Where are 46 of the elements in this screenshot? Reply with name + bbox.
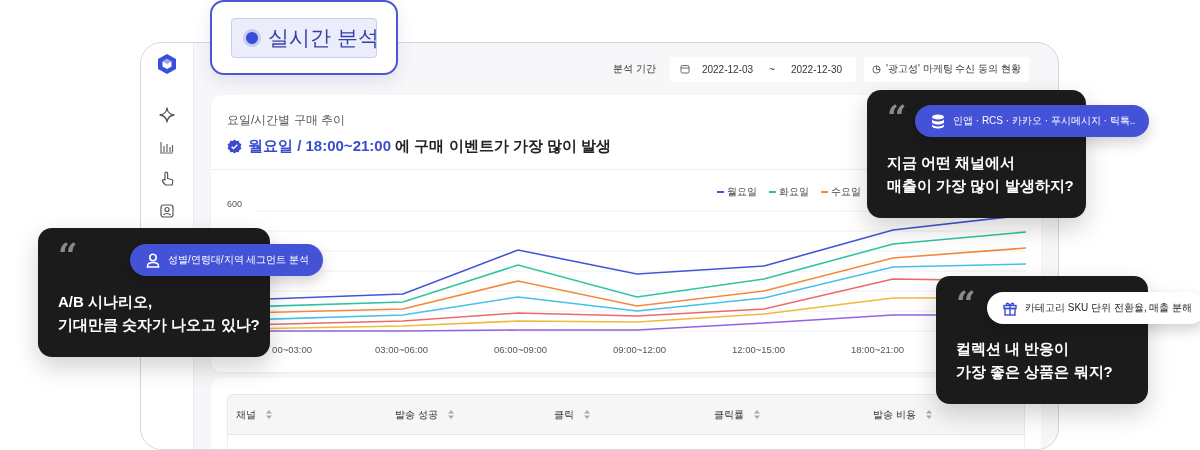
consent-status-button[interactable]: '광고성' 마케팅 수신 동의 현황 xyxy=(864,56,1029,82)
x-axis-label: 06:00~09:00 xyxy=(493,344,548,355)
question-text: 컬렉션 내 반응이 가장 좋은 상품은 뭐지? xyxy=(956,339,1113,382)
legend-label: 수요일 xyxy=(831,185,861,199)
sort-icon[interactable] xyxy=(925,410,932,419)
pie-chart-icon xyxy=(872,64,882,74)
quote-mark: “ xyxy=(887,100,907,134)
x-axis-label: 12:00~15:00 xyxy=(731,344,786,355)
legend-label: 화요일 xyxy=(779,185,809,199)
logo-icon[interactable] xyxy=(157,53,177,75)
column-header: 채널 xyxy=(236,407,256,422)
column-header: 발송 비용 xyxy=(872,407,916,422)
end-date: 2022-12-30 xyxy=(790,63,843,75)
period-label: 분석 기간 xyxy=(613,62,656,76)
sort-icon[interactable] xyxy=(266,410,272,419)
x-axis-label: 09:00~12:00 xyxy=(612,344,667,355)
sort-icon[interactable] xyxy=(753,410,760,419)
feature-pill: 카테고리 SKU 단위 전환율, 매출 분해 xyxy=(987,292,1200,324)
question-text: 지금 어떤 채널에서 매출이 가장 많이 발생하지? xyxy=(887,153,1074,196)
chart-headline: 월요일 / 18:00~21:00 에 구매 이벤트가 가장 많이 발생 xyxy=(248,137,611,156)
x-axis-label: 00~03:00 xyxy=(272,344,312,355)
live-analysis-label: 실시간 분석 xyxy=(268,24,379,51)
x-axis-label: 18:00~21:00 xyxy=(850,344,905,355)
sort-icon[interactable] xyxy=(584,410,591,419)
feature-pill: 성별/연령대/지역 세그먼트 분석 xyxy=(130,244,324,276)
database-icon xyxy=(931,113,945,129)
column-header: 클릭 xyxy=(554,407,575,422)
verified-badge-icon xyxy=(227,139,242,154)
start-date: 2022-12-03 xyxy=(701,63,754,75)
quote-mark: “ xyxy=(956,286,976,320)
quote-mark: “ xyxy=(58,238,78,272)
gift-icon xyxy=(1003,300,1017,316)
column-header: 발송 성공 xyxy=(395,407,438,422)
user-icon xyxy=(146,252,160,268)
live-dot-icon xyxy=(246,31,258,44)
x-axis-label: 03:00~06:00 xyxy=(374,344,429,355)
sort-icon[interactable] xyxy=(447,410,454,419)
date-range-field[interactable]: 2022-12-03 ~ 2022-12-30 xyxy=(669,56,857,82)
question-text: A/B 시나리오, 기대만큼 숫자가 나오고 있나? xyxy=(58,292,260,335)
legend-label: 월요일 xyxy=(727,185,757,199)
range-separator: ~ xyxy=(769,63,775,75)
calendar-icon xyxy=(679,64,690,74)
column-header: 클릭률 xyxy=(713,407,744,422)
y-axis-label: 600 xyxy=(227,199,243,209)
chart-subtitle: 요일/시간별 구매 추이 xyxy=(227,112,345,129)
feature-pill: 인앱 · RCS · 카카오 · 푸시메시지 · 틱톡.. xyxy=(915,105,1150,137)
